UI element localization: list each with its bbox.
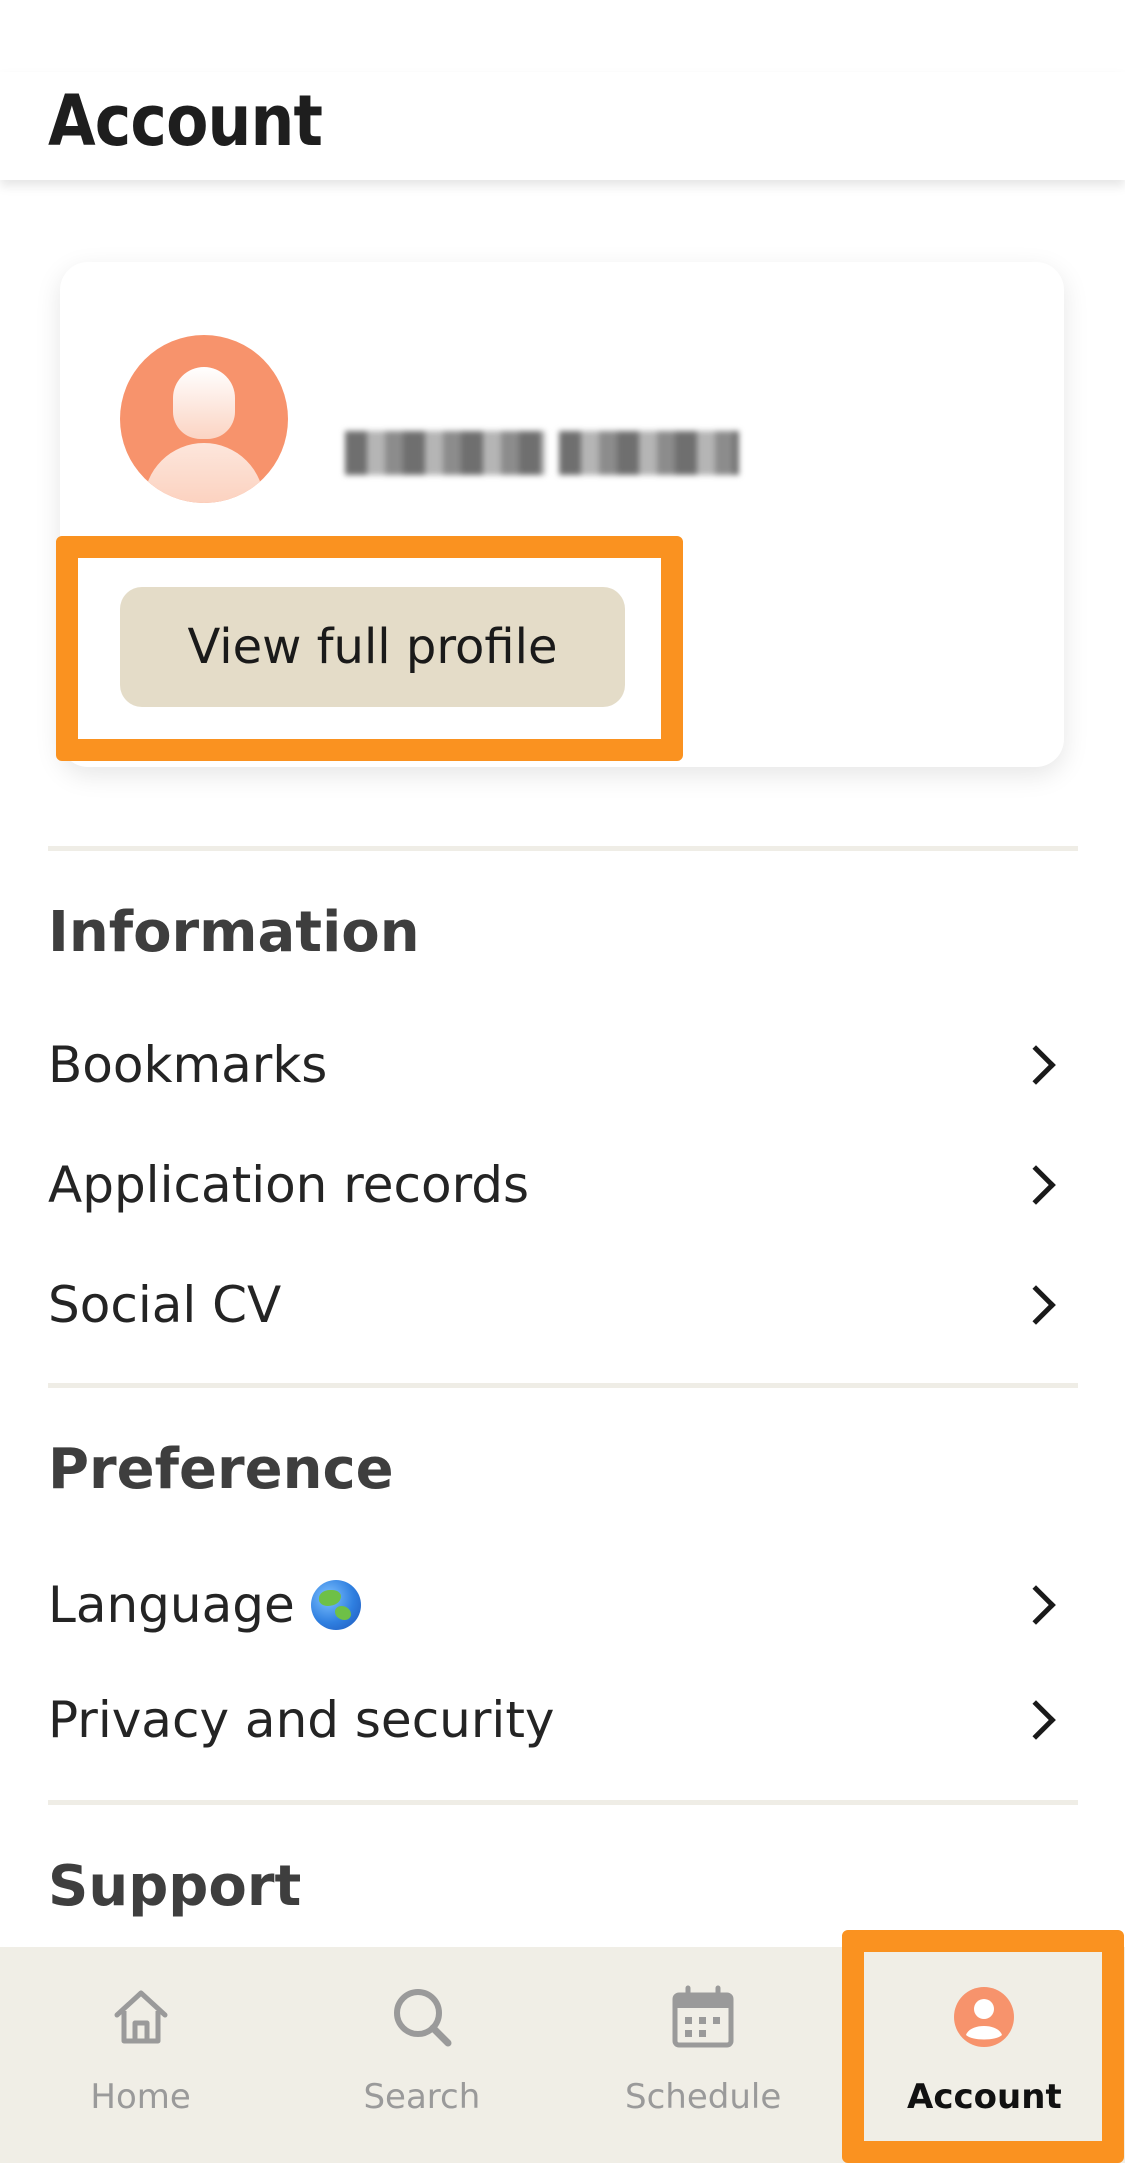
avatar-head-shape <box>173 367 235 439</box>
menu-item-label-wrap: Language <box>48 1576 361 1634</box>
bottom-navigation: Home Search Schedule Account <box>0 1947 1125 2163</box>
globe-icon <box>310 1580 361 1630</box>
page-title: Account <box>48 80 323 162</box>
menu-item-application-records[interactable]: Application records <box>48 1130 1078 1240</box>
nav-label: Search <box>363 2077 481 2117</box>
app-header: Account <box>0 72 1125 180</box>
home-icon <box>114 1990 168 2044</box>
menu-item-social-cv[interactable]: Social CV <box>48 1250 1078 1360</box>
avatar[interactable] <box>120 335 288 503</box>
nav-label: Schedule <box>625 2077 782 2117</box>
view-full-profile-button[interactable]: View full profile <box>120 587 625 707</box>
globe-land-shape <box>318 1590 341 1606</box>
menu-item-language[interactable]: Language <box>48 1550 1078 1660</box>
chevron-right-icon <box>1016 1165 1056 1205</box>
blur-block <box>345 431 545 475</box>
nav-item-search[interactable]: Search <box>281 1947 562 2163</box>
profile-name-blurred <box>345 418 757 488</box>
section-title-information: Information <box>48 900 420 965</box>
divider <box>48 846 1078 851</box>
avatar-body-shape <box>144 443 264 503</box>
menu-item-label: Application records <box>48 1156 530 1214</box>
nav-item-schedule[interactable]: Schedule <box>563 1947 844 2163</box>
menu-item-privacy-security[interactable]: Privacy and security <box>48 1665 1078 1775</box>
chevron-right-icon <box>1016 1045 1056 1085</box>
divider <box>48 1800 1078 1805</box>
status-bar <box>0 0 1125 72</box>
menu-item-bookmarks[interactable]: Bookmarks <box>48 1010 1078 1120</box>
globe-land-shape <box>334 1606 351 1620</box>
nav-label: Account <box>907 2077 1062 2117</box>
nav-item-account[interactable]: Account <box>844 1947 1125 2163</box>
section-title-support: Support <box>48 1854 302 1919</box>
chevron-right-icon <box>1016 1700 1056 1740</box>
menu-item-label: Privacy and security <box>48 1691 555 1749</box>
menu-item-label: Bookmarks <box>48 1036 328 1094</box>
section-title-preference: Preference <box>48 1437 394 1502</box>
nav-item-home[interactable]: Home <box>0 1947 281 2163</box>
menu-item-label: Language <box>48 1576 295 1634</box>
menu-item-label: Social CV <box>48 1276 282 1334</box>
divider <box>48 1383 1078 1388</box>
account-icon <box>954 1987 1015 2047</box>
calendar-icon <box>672 1985 734 2048</box>
chevron-right-icon <box>1016 1285 1056 1325</box>
nav-label: Home <box>90 2077 191 2117</box>
chevron-right-icon <box>1016 1585 1056 1625</box>
search-icon <box>393 1989 452 2047</box>
blur-block <box>559 431 739 475</box>
